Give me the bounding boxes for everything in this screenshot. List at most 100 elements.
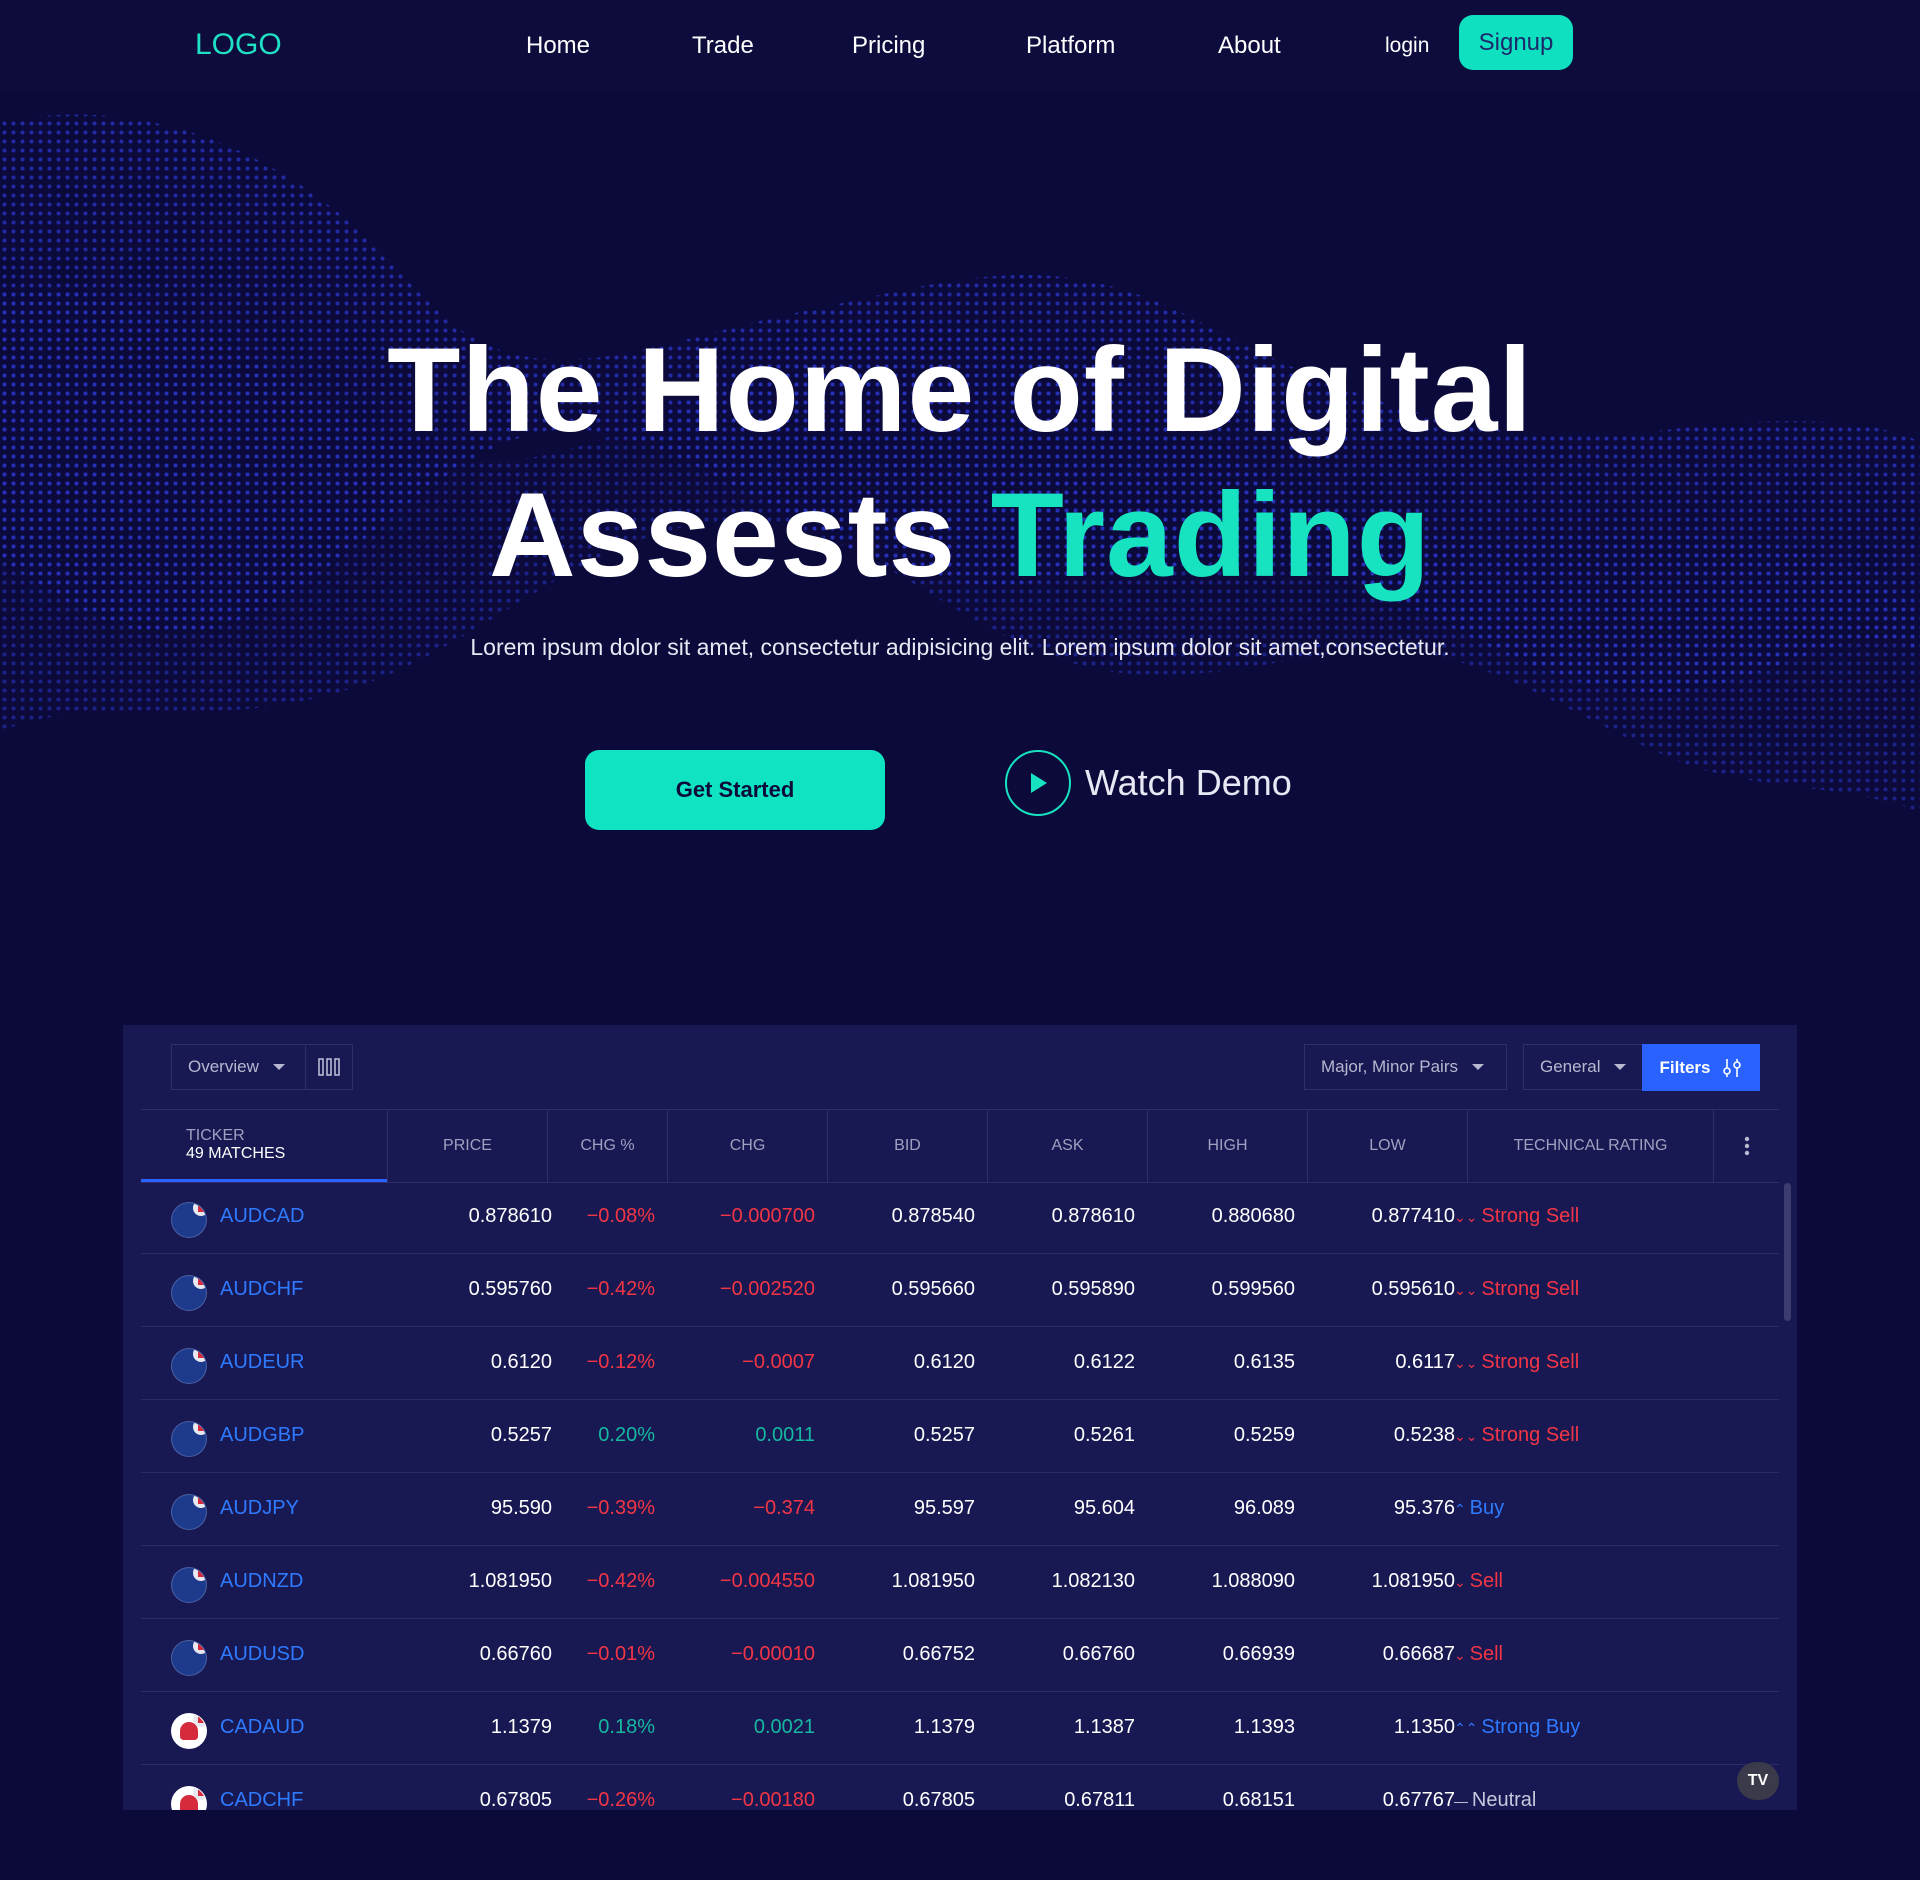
cell-price: 0.595760	[468, 1278, 552, 1300]
column-header-chg-percent[interactable]: CHG %	[547, 1110, 667, 1182]
cell-chg-percent: −0.12%	[586, 1351, 655, 1373]
table-scrollbar[interactable]	[1784, 1183, 1791, 1321]
cell-low: 0.67767	[1382, 1789, 1455, 1810]
cell-high: 96.089	[1233, 1497, 1295, 1519]
table-row[interactable]: CADAUD 1.1379 0.18% 0.0021 1.1379 1.1387 1.139…	[141, 1692, 1779, 1765]
nav-about[interactable]: About	[1218, 32, 1281, 60]
cell-ask: 0.6122	[1073, 1351, 1135, 1373]
columns-icon-glyph	[318, 1058, 340, 1076]
ticker-symbol-link[interactable]: AUDJPY	[220, 1497, 299, 1520]
table-row[interactable]: AUDNZD 1.081950 −0.42% −0.004550 1.081950 1.0…	[141, 1546, 1779, 1619]
strong-buy-icon: ⌃⌃	[1454, 1720, 1482, 1736]
column-header-low[interactable]: LOW	[1307, 1110, 1467, 1182]
table-row[interactable]: AUDJPY 95.590 −0.39% −0.374 95.597 95.604 96.0…	[141, 1473, 1779, 1546]
table-row[interactable]: AUDCAD 0.878610 −0.08% −0.000700 0.878540 0.8…	[141, 1181, 1779, 1254]
screener-toolbar: Overview Major, Minor Pairs General Filt…	[123, 1025, 1797, 1109]
nav-platform[interactable]: Platform	[1026, 32, 1115, 60]
table-row[interactable]: CADCHF 0.67805 −0.26% −0.00180 0.67805 0.6781…	[141, 1765, 1779, 1810]
ticker-symbol-link[interactable]: AUDGBP	[220, 1424, 304, 1447]
technical-rating: ⌄ Sell	[1454, 1570, 1503, 1593]
nav-pricing[interactable]: Pricing	[852, 32, 925, 60]
technical-rating: ⌄⌄ Strong Sell	[1454, 1205, 1579, 1228]
table-row[interactable]: AUDGBP 0.5257 0.20% 0.0011 0.5257 0.5261 0.525…	[141, 1400, 1779, 1473]
cell-chg: −0.002520	[719, 1278, 815, 1300]
australia-flag-icon	[171, 1567, 207, 1603]
cell-price: 95.590	[490, 1497, 552, 1519]
watch-demo-button[interactable]: Watch Demo	[1005, 750, 1292, 816]
cell-high: 0.5259	[1233, 1424, 1295, 1446]
technical-rating-label: Strong Buy	[1481, 1716, 1581, 1738]
australia-flag-icon	[171, 1494, 207, 1530]
ticker-column-header[interactable]: TICKER 49 MATCHES	[141, 1110, 387, 1182]
columns-icon[interactable]	[305, 1044, 353, 1090]
more-vertical-glyph	[1744, 1136, 1749, 1156]
view-dropdown[interactable]: Overview	[171, 1044, 306, 1090]
cell-ask: 0.67811	[1064, 1789, 1135, 1810]
column-header-bid[interactable]: BID	[827, 1110, 987, 1182]
hero-title-line-2: Assests Trading	[0, 463, 1920, 608]
cell-chg-percent: −0.42%	[586, 1278, 655, 1300]
cell-chg-percent: −0.01%	[586, 1643, 655, 1665]
column-header-ask[interactable]: ASK	[987, 1110, 1147, 1182]
column-header-high[interactable]: HIGH	[1147, 1110, 1307, 1182]
column-header-chg[interactable]: CHG	[667, 1110, 827, 1182]
cell-high: 0.599560	[1211, 1278, 1295, 1300]
tradingview-logo-icon[interactable]: TV	[1737, 1762, 1779, 1800]
cell-chg: −0.0007	[742, 1351, 815, 1373]
table-row[interactable]: AUDEUR 0.6120 −0.12% −0.0007 0.6120 0.6122 0.6…	[141, 1327, 1779, 1400]
cell-ask: 0.878610	[1051, 1205, 1135, 1227]
more-vertical-icon[interactable]	[1713, 1110, 1779, 1182]
technical-rating: ⌃⌃ Strong Buy	[1454, 1716, 1580, 1739]
group-dropdown[interactable]: General	[1523, 1044, 1643, 1090]
signup-button[interactable]: Signup	[1459, 15, 1573, 70]
ticker-symbol-link[interactable]: AUDEUR	[220, 1351, 304, 1374]
market-dropdown[interactable]: Major, Minor Pairs	[1304, 1044, 1507, 1090]
filters-button[interactable]: Filters	[1642, 1044, 1760, 1091]
cell-high: 0.66939	[1222, 1643, 1295, 1665]
cell-ask: 0.66760	[1062, 1643, 1135, 1665]
column-header-price[interactable]: PRICE	[387, 1110, 547, 1182]
cell-price: 0.878610	[468, 1205, 552, 1227]
table-body: AUDCAD 0.878610 −0.08% −0.000700 0.878540 0.8…	[141, 1181, 1779, 1810]
ticker-symbol-link[interactable]: AUDUSD	[220, 1643, 304, 1666]
cell-high: 1.088090	[1211, 1570, 1295, 1592]
australia-flag-icon	[171, 1421, 207, 1457]
cell-low: 1.1350	[1393, 1716, 1455, 1738]
hero-title: The Home of Digital Assests Trading	[0, 318, 1920, 608]
cell-bid: 0.878540	[891, 1205, 975, 1227]
australia-flag-icon	[171, 1202, 207, 1238]
cell-ask: 1.1387	[1073, 1716, 1135, 1738]
ticker-symbol-link[interactable]: AUDCAD	[220, 1205, 304, 1228]
table-row[interactable]: AUDCHF 0.595760 −0.42% −0.002520 0.595660 0.5…	[141, 1254, 1779, 1327]
strong-sell-icon: ⌄⌄	[1454, 1428, 1482, 1444]
cell-price: 0.6120	[490, 1351, 552, 1373]
ticker-symbol-link[interactable]: AUDCHF	[220, 1278, 303, 1301]
nav-home[interactable]: Home	[526, 32, 590, 60]
nav-trade[interactable]: Trade	[692, 32, 754, 60]
cell-low: 0.66687	[1382, 1643, 1455, 1665]
cell-bid: 0.6120	[913, 1351, 975, 1373]
ticker-symbol-link[interactable]: AUDNZD	[220, 1570, 303, 1593]
cell-bid: 0.67805	[902, 1789, 975, 1810]
cell-ask: 0.5261	[1073, 1424, 1135, 1446]
market-dropdown-label: Major, Minor Pairs	[1321, 1057, 1458, 1076]
cell-bid: 95.597	[913, 1497, 975, 1519]
technical-rating-label: Sell	[1469, 1643, 1503, 1665]
cell-chg-percent: −0.42%	[586, 1570, 655, 1592]
cell-ask: 1.082130	[1051, 1570, 1135, 1592]
technical-rating-label: Strong Sell	[1481, 1278, 1580, 1300]
table-row[interactable]: AUDUSD 0.66760 −0.01% −0.00010 0.66752 0.6676…	[141, 1619, 1779, 1692]
cell-low: 0.6117	[1395, 1351, 1455, 1373]
ticker-symbol-link[interactable]: CADAUD	[220, 1716, 304, 1739]
cell-chg-percent: −0.39%	[586, 1497, 655, 1519]
play-icon[interactable]	[1005, 750, 1071, 816]
ticker-symbol-link[interactable]: CADCHF	[220, 1789, 303, 1810]
column-header-technical-rating[interactable]: TECHNICAL RATING	[1467, 1110, 1713, 1182]
logo[interactable]: LOGO	[195, 28, 282, 62]
cell-bid: 0.5257	[913, 1424, 975, 1446]
get-started-button[interactable]: Get Started	[585, 750, 885, 830]
canada-flag-icon	[171, 1713, 207, 1749]
cell-high: 0.880680	[1211, 1205, 1295, 1227]
login-link[interactable]: login	[1385, 34, 1429, 58]
watch-demo-label: Watch Demo	[1085, 762, 1292, 803]
